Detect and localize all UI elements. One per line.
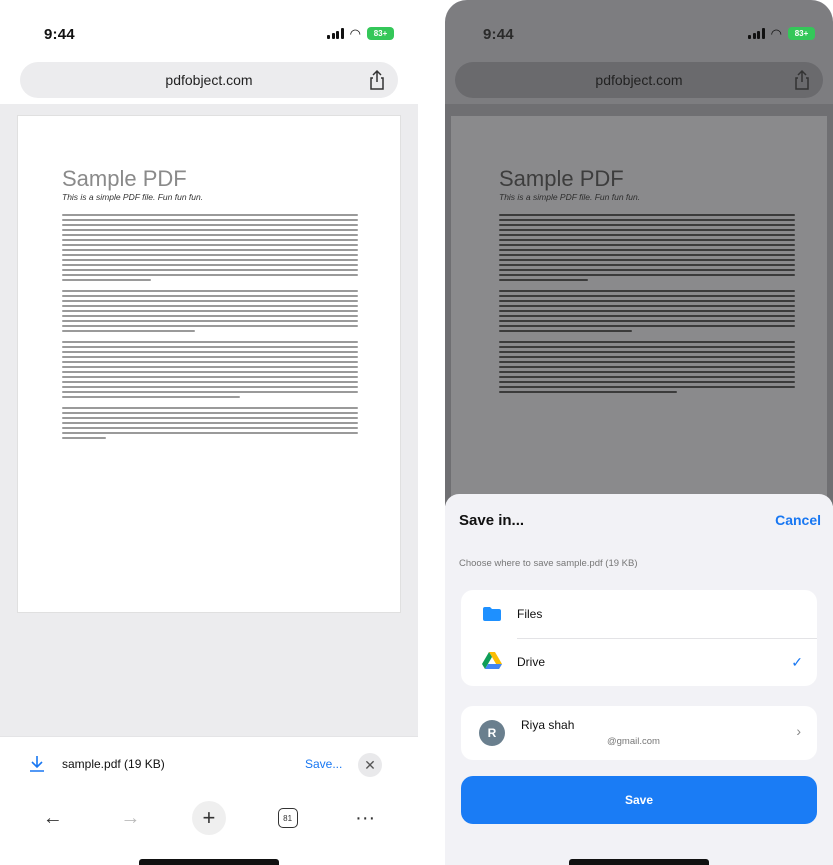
sheet-description: Choose where to save sample.pdf (19 KB)	[459, 558, 638, 569]
status-bar: 9:44 ◠ 83+	[445, 0, 833, 60]
battery-icon: 83+	[367, 27, 394, 40]
browser-toolbar: ← → + 81 ···	[0, 792, 418, 844]
google-drive-icon	[482, 652, 502, 669]
download-filename: sample.pdf (19 KB)	[62, 757, 165, 771]
location-list: Files Drive ✓	[461, 590, 817, 686]
pdf-viewer: Sample PDF This is a simple PDF file. Fu…	[445, 104, 833, 586]
status-bar: 9:44 ◠ 83+	[0, 0, 418, 60]
left-phone-screen: 9:44 ◠ 83+ pdfobject.com Sample PDF This…	[0, 0, 418, 865]
account-selector[interactable]: R Riya shah @gmail.com ›	[461, 706, 817, 760]
status-time: 9:44	[44, 26, 75, 43]
pdf-paragraph	[62, 407, 358, 440]
right-phone-screen: 9:44 ◠ 83+ pdfobject.com Sample PDF This…	[445, 0, 833, 865]
signal-icon	[327, 28, 344, 39]
location-label: Files	[517, 607, 543, 621]
cancel-button[interactable]: Cancel	[775, 512, 821, 528]
status-icons: ◠ 83+	[748, 27, 815, 40]
save-sheet: Save in... Cancel Choose where to save s…	[445, 494, 833, 865]
location-option-files[interactable]: Files	[461, 590, 817, 638]
home-indicator	[569, 859, 709, 865]
pdf-paragraph	[62, 214, 358, 281]
pdf-subtitle: This is a simple PDF file. Fun fun fun.	[62, 192, 204, 202]
share-icon[interactable]	[368, 69, 386, 91]
download-bar: sample.pdf (19 KB) Save... ✕	[0, 736, 418, 792]
battery-icon: 83+	[788, 27, 815, 40]
account-name: Riya shah	[521, 718, 575, 732]
close-icon[interactable]: ✕	[358, 753, 382, 777]
avatar: R	[479, 720, 505, 746]
pdf-viewer[interactable]: Sample PDF This is a simple PDF file. Fu…	[0, 104, 418, 736]
status-time: 9:44	[483, 26, 514, 43]
home-indicator	[139, 859, 279, 865]
sheet-title: Save in...	[459, 512, 525, 529]
pdf-page: Sample PDF This is a simple PDF file. Fu…	[18, 116, 400, 612]
pdf-body-text	[62, 214, 358, 448]
account-email: @gmail.com	[607, 736, 660, 747]
tab-count-icon: 81	[277, 808, 298, 828]
tabs-button[interactable]: 81	[272, 802, 304, 834]
location-option-drive[interactable]: Drive ✓	[461, 638, 817, 686]
signal-icon	[748, 28, 765, 39]
address-bar: pdfobject.com	[455, 62, 823, 98]
pdf-paragraph	[499, 289, 795, 333]
pdf-paragraph	[499, 214, 795, 281]
save-button[interactable]: Save	[461, 776, 817, 824]
chevron-right-icon: ›	[796, 723, 801, 739]
address-bar[interactable]: pdfobject.com	[20, 62, 398, 98]
folder-icon	[483, 607, 501, 621]
pdf-body-text	[499, 214, 795, 402]
pdf-paragraph	[62, 289, 358, 333]
back-arrow-icon[interactable]: ←	[37, 802, 69, 834]
save-link[interactable]: Save...	[305, 757, 342, 771]
more-menu-icon[interactable]: ···	[349, 802, 381, 834]
wifi-icon: ◠	[770, 26, 782, 41]
pdf-paragraph	[499, 341, 795, 394]
new-tab-plus-icon[interactable]: +	[191, 801, 226, 835]
pdf-title: Sample PDF	[62, 166, 187, 191]
pdf-title: Sample PDF	[499, 166, 624, 191]
status-icons: ◠ 83+	[327, 27, 394, 40]
checkmark-icon: ✓	[791, 653, 803, 670]
share-icon	[795, 69, 809, 90]
location-label: Drive	[517, 655, 546, 669]
forward-arrow-icon[interactable]: →	[114, 802, 146, 834]
wifi-icon: ◠	[349, 26, 361, 41]
pdf-subtitle: This is a simple PDF file. Fun fun fun.	[499, 192, 641, 202]
url-text: pdfobject.com	[165, 72, 253, 88]
url-text: pdfobject.com	[595, 72, 683, 88]
download-icon	[30, 756, 44, 772]
pdf-paragraph	[62, 341, 358, 399]
